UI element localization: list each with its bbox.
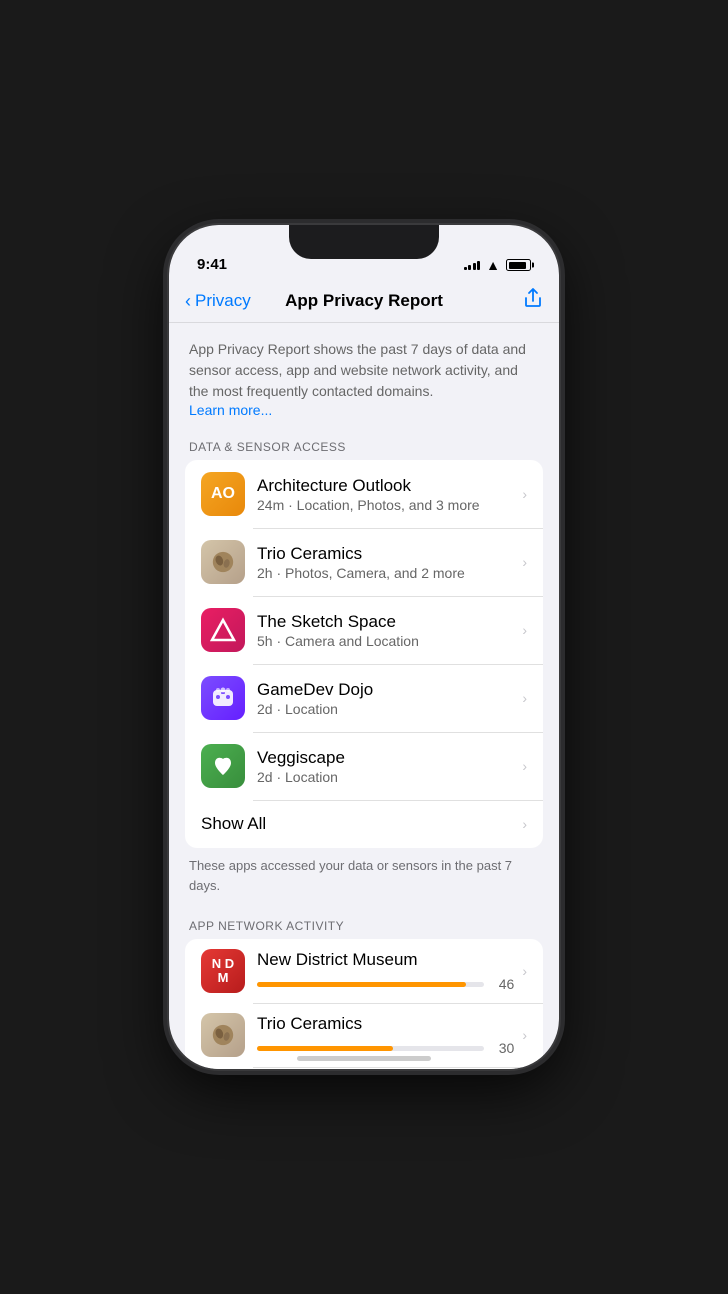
activity-bar xyxy=(257,1046,484,1051)
back-label: Privacy xyxy=(195,291,251,311)
screen-content: App Privacy Report shows the past 7 days… xyxy=(169,323,559,1069)
signal-bars-icon xyxy=(464,261,481,270)
chevron-right-icon: › xyxy=(522,690,527,706)
app-name: The Sketch Space xyxy=(257,612,514,632)
description-text: App Privacy Report shows the past 7 days… xyxy=(189,341,526,399)
app-name: New District Museum xyxy=(257,950,514,970)
chevron-right-icon: › xyxy=(522,1027,527,1043)
app-info: The Sketch Space 5h · Camera and Locatio… xyxy=(257,612,514,649)
app-icon-tc xyxy=(201,1013,245,1057)
app-detail: 2h · Photos, Camera, and 2 more xyxy=(257,565,514,581)
notch xyxy=(289,225,439,259)
chevron-right-icon: › xyxy=(522,963,527,979)
nav-bar: ‹ Privacy App Privacy Report xyxy=(169,279,559,323)
show-all-button[interactable]: Show All › xyxy=(185,800,543,848)
phone-screen: 9:41 ▲ ‹ Privacy App Privacy Report xyxy=(169,225,559,1069)
show-all-label: Show All xyxy=(201,814,514,834)
list-item[interactable]: The Sketch Space 35 › xyxy=(185,1067,543,1069)
battery-fill xyxy=(509,262,526,269)
list-item[interactable]: AO Architecture Outlook 24m · Location, … xyxy=(185,460,543,528)
app-info: Veggiscape 2d · Location xyxy=(257,748,514,785)
chevron-right-icon: › xyxy=(522,486,527,502)
app-icon-gd xyxy=(201,676,245,720)
status-time: 9:41 xyxy=(197,256,227,273)
app-icon-ndm: N DM xyxy=(201,949,245,993)
app-detail: 24m · Location, Photos, and 3 more xyxy=(257,497,514,513)
app-icon-ss xyxy=(201,608,245,652)
chevron-right-icon: › xyxy=(522,816,527,832)
list-item[interactable]: Trio Ceramics 2h · Photos, Camera, and 2… xyxy=(185,528,543,596)
app-name: Trio Ceramics xyxy=(257,544,514,564)
app-name: Veggiscape xyxy=(257,748,514,768)
status-icons: ▲ xyxy=(464,257,531,273)
app-detail: 2d · Location xyxy=(257,769,514,785)
description-section: App Privacy Report shows the past 7 days… xyxy=(169,323,559,432)
chevron-right-icon: › xyxy=(522,622,527,638)
list-item[interactable]: N DM New District Museum 46 › xyxy=(185,939,543,1003)
chevron-left-icon: ‹ xyxy=(185,292,191,310)
data-sensor-list: AO Architecture Outlook 24m · Location, … xyxy=(185,460,543,848)
network-activity-list: N DM New District Museum 46 › xyxy=(185,939,543,1069)
app-info: Architecture Outlook 24m · Location, Pho… xyxy=(257,476,514,513)
network-activity-header: APP NETWORK ACTIVITY xyxy=(169,911,559,939)
activity-bar xyxy=(257,982,484,987)
list-item[interactable]: The Sketch Space 5h · Camera and Locatio… xyxy=(185,596,543,664)
app-name: Trio Ceramics xyxy=(257,1014,514,1034)
app-icon-vg xyxy=(201,744,245,788)
chevron-right-icon: › xyxy=(522,554,527,570)
bar-count: 30 xyxy=(490,1040,514,1056)
list-item[interactable]: GameDev Dojo 2d · Location › xyxy=(185,664,543,732)
back-button[interactable]: ‹ Privacy xyxy=(185,291,251,311)
app-icon-tc xyxy=(201,540,245,584)
home-indicator xyxy=(297,1056,431,1061)
page-title: App Privacy Report xyxy=(285,291,443,311)
phone-frame: 9:41 ▲ ‹ Privacy App Privacy Report xyxy=(169,225,559,1069)
chevron-right-icon: › xyxy=(522,758,527,774)
data-sensor-header: DATA & SENSOR ACCESS xyxy=(169,432,559,460)
wifi-icon: ▲ xyxy=(486,257,500,273)
learn-more-link[interactable]: Learn more... xyxy=(189,402,272,418)
app-detail: 5h · Camera and Location xyxy=(257,633,514,649)
list-item[interactable]: Veggiscape 2d · Location › xyxy=(185,732,543,800)
app-detail: 2d · Location xyxy=(257,701,514,717)
app-info: GameDev Dojo 2d · Location xyxy=(257,680,514,717)
bar-count: 46 xyxy=(490,976,514,992)
battery-icon xyxy=(506,259,531,271)
network-info: New District Museum 46 xyxy=(257,950,514,992)
app-info: Trio Ceramics 2h · Photos, Camera, and 2… xyxy=(257,544,514,581)
share-button[interactable] xyxy=(523,287,543,315)
app-name: Architecture Outlook xyxy=(257,476,514,496)
app-name: GameDev Dojo xyxy=(257,680,514,700)
app-icon-ao: AO xyxy=(201,472,245,516)
data-sensor-footer: These apps accessed your data or sensors… xyxy=(169,848,559,911)
network-info: Trio Ceramics 30 xyxy=(257,1014,514,1056)
